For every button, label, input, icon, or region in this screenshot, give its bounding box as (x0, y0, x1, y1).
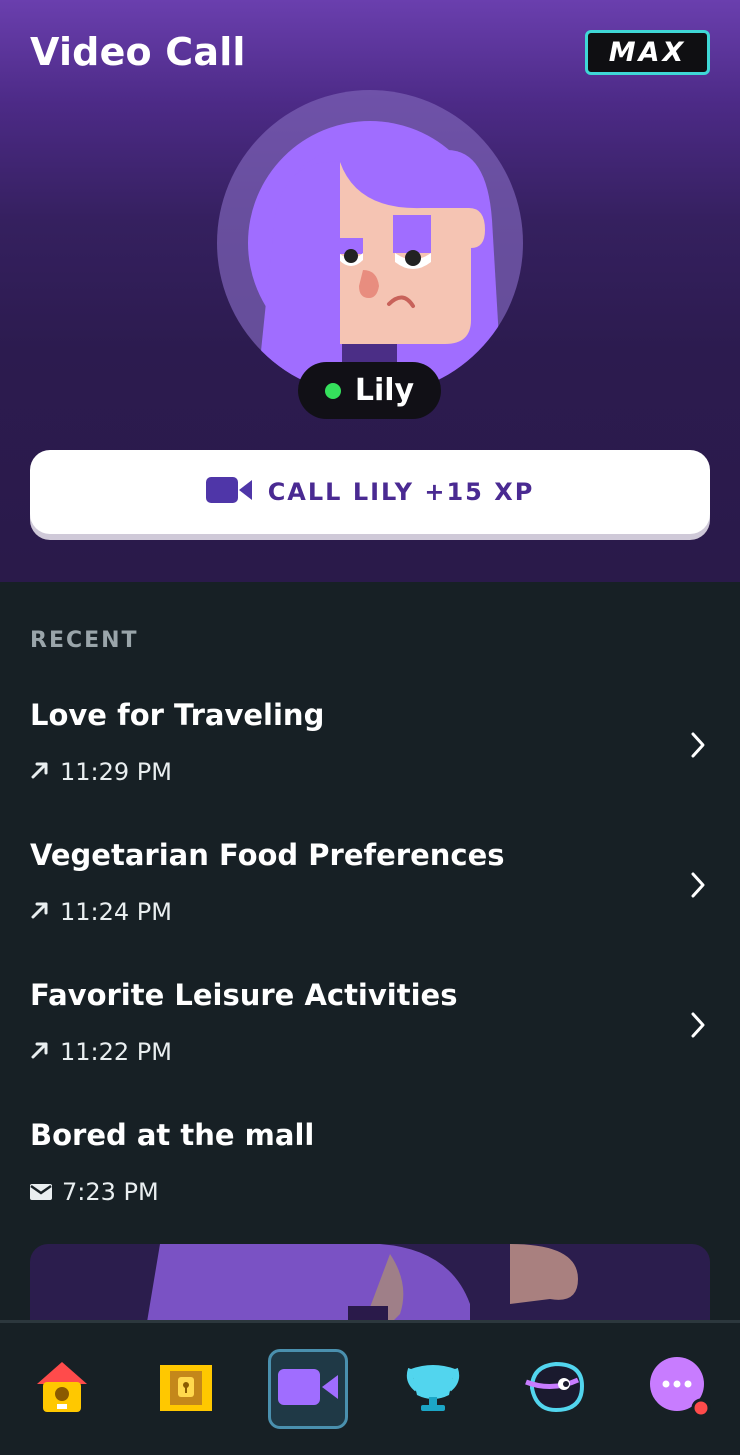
call-time: 11:22 PM (60, 1038, 172, 1066)
call-time: 11:24 PM (60, 898, 172, 926)
call-meta: 11:24 PM (30, 898, 172, 926)
hero-panel: Video Call MAX Lily CALL LILY +15 XP (0, 0, 740, 582)
chevron-right-icon[interactable] (686, 730, 710, 760)
video-camera-icon (205, 475, 252, 509)
call-time: 7:23 PM (62, 1178, 159, 1206)
trophy-icon (405, 1359, 461, 1419)
contact-name: Lily (354, 373, 415, 408)
call-button[interactable]: CALL LILY +15 XP (30, 450, 710, 534)
recent-heading: RECENT (30, 628, 139, 653)
recent-calls-list: Love for Traveling 11:29 PM Vegetarian F… (0, 680, 740, 1240)
chevron-right-icon[interactable] (686, 870, 710, 900)
call-topic: Vegetarian Food Preferences (30, 838, 505, 872)
contact-status-pill: Lily (298, 362, 441, 419)
avatar-lily (217, 90, 523, 396)
more-dots-icon (649, 1356, 711, 1422)
envelope-icon (30, 1178, 52, 1206)
online-status-dot (324, 382, 341, 399)
list-item[interactable]: Vegetarian Food Preferences 11:24 PM (0, 820, 740, 960)
bottom-tab-bar (0, 1320, 740, 1455)
character-icon (522, 1358, 588, 1420)
tab-video-call[interactable] (268, 1349, 348, 1429)
call-topic: Love for Traveling (30, 698, 325, 732)
call-button-label: CALL LILY +15 XP (267, 478, 535, 506)
tab-home[interactable] (22, 1349, 102, 1429)
list-item[interactable]: Love for Traveling 11:29 PM (0, 680, 740, 820)
page-title: Video Call (30, 30, 246, 74)
tab-characters[interactable] (515, 1349, 595, 1429)
outgoing-arrow-icon (30, 758, 50, 786)
max-badge[interactable]: MAX (585, 30, 710, 75)
tab-leagues[interactable] (393, 1349, 473, 1429)
list-item[interactable]: Bored at the mall 7:23 PM (0, 1100, 740, 1240)
chevron-right-icon[interactable] (686, 1010, 710, 1040)
birdhouse-icon (31, 1358, 93, 1420)
call-topic: Bored at the mall (30, 1118, 315, 1152)
call-meta: 7:23 PM (30, 1178, 159, 1206)
video-camera-icon (278, 1367, 338, 1411)
list-item[interactable]: Favorite Leisure Activities 11:22 PM (0, 960, 740, 1100)
treasure-chest-icon (158, 1361, 214, 1417)
call-time: 11:29 PM (60, 758, 172, 786)
tab-treasure[interactable] (146, 1349, 226, 1429)
outgoing-arrow-icon (30, 1038, 50, 1066)
outgoing-arrow-icon (30, 898, 50, 926)
call-topic: Favorite Leisure Activities (30, 978, 458, 1012)
call-meta: 11:22 PM (30, 1038, 172, 1066)
tab-more[interactable] (640, 1349, 720, 1429)
call-meta: 11:29 PM (30, 758, 172, 786)
